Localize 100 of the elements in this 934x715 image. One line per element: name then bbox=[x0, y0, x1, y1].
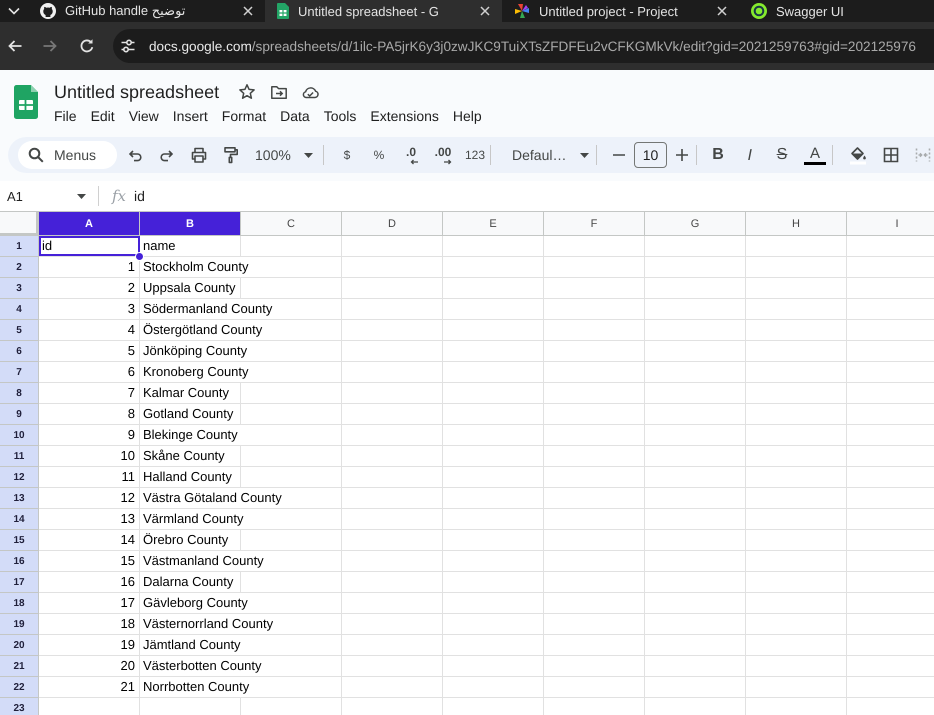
borders-icon bbox=[883, 147, 899, 163]
row-header[interactable]: 9 bbox=[0, 404, 39, 425]
menu-item[interactable]: Edit bbox=[84, 108, 122, 124]
text-color-button[interactable]: A bbox=[801, 141, 829, 169]
percent-format-button[interactable]: % bbox=[365, 141, 393, 169]
document-title[interactable]: Untitled spreadsheet bbox=[47, 79, 226, 105]
search-icon bbox=[28, 147, 44, 163]
number-format-button[interactable]: 123 bbox=[461, 141, 489, 169]
font-dropdown[interactable]: Defaul… bbox=[503, 141, 593, 169]
table-cell-text: 2 bbox=[126, 279, 136, 297]
menu-item[interactable]: Help bbox=[446, 108, 489, 124]
table-cell-text: 7 bbox=[126, 384, 136, 402]
close-icon[interactable] bbox=[480, 6, 490, 16]
row-header[interactable]: 8 bbox=[0, 383, 39, 404]
row-header[interactable]: 11 bbox=[0, 446, 39, 467]
menu-search-field[interactable]: Menus bbox=[18, 141, 117, 169]
bold-button[interactable]: B bbox=[704, 141, 732, 169]
row-header[interactable]: 13 bbox=[0, 488, 39, 509]
table-cell-text: 12 bbox=[120, 489, 136, 507]
browser-tab[interactable]: Swagger UI bbox=[739, 0, 934, 22]
circle-logo-icon bbox=[751, 3, 767, 19]
row-header[interactable]: 1 bbox=[0, 236, 39, 257]
pinwheel-logo-icon bbox=[514, 3, 530, 19]
row-header[interactable]: 6 bbox=[0, 341, 39, 362]
reload-icon bbox=[79, 38, 95, 54]
fx-label: fx bbox=[112, 187, 126, 205]
table-cell-text: 16 bbox=[120, 573, 136, 591]
font-size-field[interactable]: 10 bbox=[634, 142, 667, 168]
menu-item[interactable]: Insert bbox=[166, 108, 215, 124]
browser-tab[interactable]: GitHub handle توضيح bbox=[28, 0, 265, 22]
menu-item[interactable]: Extensions bbox=[363, 108, 446, 124]
column-header[interactable]: E bbox=[443, 212, 544, 236]
decrease-decimals-button[interactable]: .0 bbox=[397, 141, 425, 169]
address-bar[interactable]: docs.google.com/spreadsheets/d/1ilc-PA5jrK6y3j0zwJKC9TuiXTsZFDFEu2vCFKGMkVk/edit?gid=2021259763#gid=202125976 bbox=[113, 29, 934, 63]
arrow-left-icon bbox=[7, 38, 23, 54]
close-icon[interactable] bbox=[243, 6, 253, 16]
column-header[interactable]: D bbox=[342, 212, 443, 236]
italic-button[interactable]: I bbox=[736, 141, 764, 169]
row-header[interactable]: 3 bbox=[0, 278, 39, 299]
table-cell-text: 6 bbox=[126, 363, 136, 381]
row-header[interactable]: 19 bbox=[0, 614, 39, 635]
menu-item[interactable]: Data bbox=[273, 108, 317, 124]
caret-icon bbox=[77, 194, 86, 198]
menu-item[interactable]: Format bbox=[214, 108, 274, 124]
table-cell-text: 10 bbox=[120, 447, 136, 465]
row-header[interactable]: 5 bbox=[0, 320, 39, 341]
table-cell-text: 11 bbox=[120, 468, 136, 486]
row-header[interactable]: 14 bbox=[0, 509, 39, 530]
printer-icon bbox=[190, 146, 208, 164]
increase-decimals-button[interactable]: .00 bbox=[429, 141, 457, 169]
column-header[interactable]: G bbox=[645, 212, 746, 236]
row-header[interactable]: 10 bbox=[0, 425, 39, 446]
name-box[interactable]: A1 bbox=[0, 184, 98, 208]
table-cell: Värmland County bbox=[140, 509, 246, 529]
row-header[interactable]: 2 bbox=[0, 257, 39, 278]
star-icon[interactable] bbox=[238, 83, 256, 101]
paint-roller-icon bbox=[222, 146, 240, 164]
zoom-dropdown[interactable]: 100% bbox=[249, 141, 319, 169]
arrow-right-icon bbox=[42, 38, 58, 54]
arrow-right-icon bbox=[444, 158, 452, 164]
table-cell-text: 3 bbox=[126, 300, 136, 318]
row-header[interactable]: 18 bbox=[0, 593, 39, 614]
column-header[interactable]: I bbox=[847, 212, 934, 236]
browser-tab[interactable]: Untitled spreadsheet - G bbox=[265, 0, 502, 22]
column-header[interactable]: F bbox=[544, 212, 645, 236]
row-header[interactable]: 22 bbox=[0, 677, 39, 698]
formula-input[interactable]: id bbox=[134, 188, 145, 204]
menu-item[interactable]: File bbox=[47, 108, 84, 124]
currency-format-button[interactable]: $ bbox=[333, 141, 361, 169]
table-cell-text: 13 bbox=[120, 510, 136, 528]
row-header[interactable]: 4 bbox=[0, 299, 39, 320]
strikethrough-button[interactable]: S bbox=[768, 141, 796, 169]
row-header[interactable]: 16 bbox=[0, 551, 39, 572]
row-header[interactable]: 7 bbox=[0, 362, 39, 383]
row-header[interactable]: 23 bbox=[0, 698, 39, 715]
color-bar-icon bbox=[804, 162, 826, 164]
table-cell-text: 21 bbox=[120, 678, 136, 696]
column-header[interactable]: B bbox=[140, 212, 241, 236]
table-cell-text: 9 bbox=[126, 426, 136, 444]
row-header[interactable]: 20 bbox=[0, 635, 39, 656]
arrow-left-icon bbox=[410, 158, 418, 164]
spreadsheet-logo-icon[interactable] bbox=[14, 85, 38, 119]
row-header[interactable]: 15 bbox=[0, 530, 39, 551]
row-header[interactable]: 12 bbox=[0, 467, 39, 488]
row-header[interactable]: 21 bbox=[0, 656, 39, 677]
tune-icon[interactable] bbox=[120, 38, 136, 54]
table-cell-text: 15 bbox=[120, 552, 136, 570]
folder-icon[interactable] bbox=[270, 83, 288, 101]
table-cell-text: 20 bbox=[120, 657, 136, 675]
table-cell: id bbox=[39, 236, 140, 256]
menu-item[interactable]: View bbox=[122, 108, 166, 124]
caret-icon bbox=[580, 152, 589, 158]
row-header[interactable]: 17 bbox=[0, 572, 39, 593]
plus-icon bbox=[675, 148, 689, 162]
column-header[interactable]: H bbox=[746, 212, 847, 236]
menu-item[interactable]: Tools bbox=[316, 108, 364, 124]
column-header[interactable]: C bbox=[241, 212, 342, 236]
close-icon[interactable] bbox=[717, 6, 727, 16]
browser-tab[interactable]: Untitled project - Project bbox=[502, 0, 739, 22]
column-header[interactable]: A bbox=[39, 212, 140, 236]
